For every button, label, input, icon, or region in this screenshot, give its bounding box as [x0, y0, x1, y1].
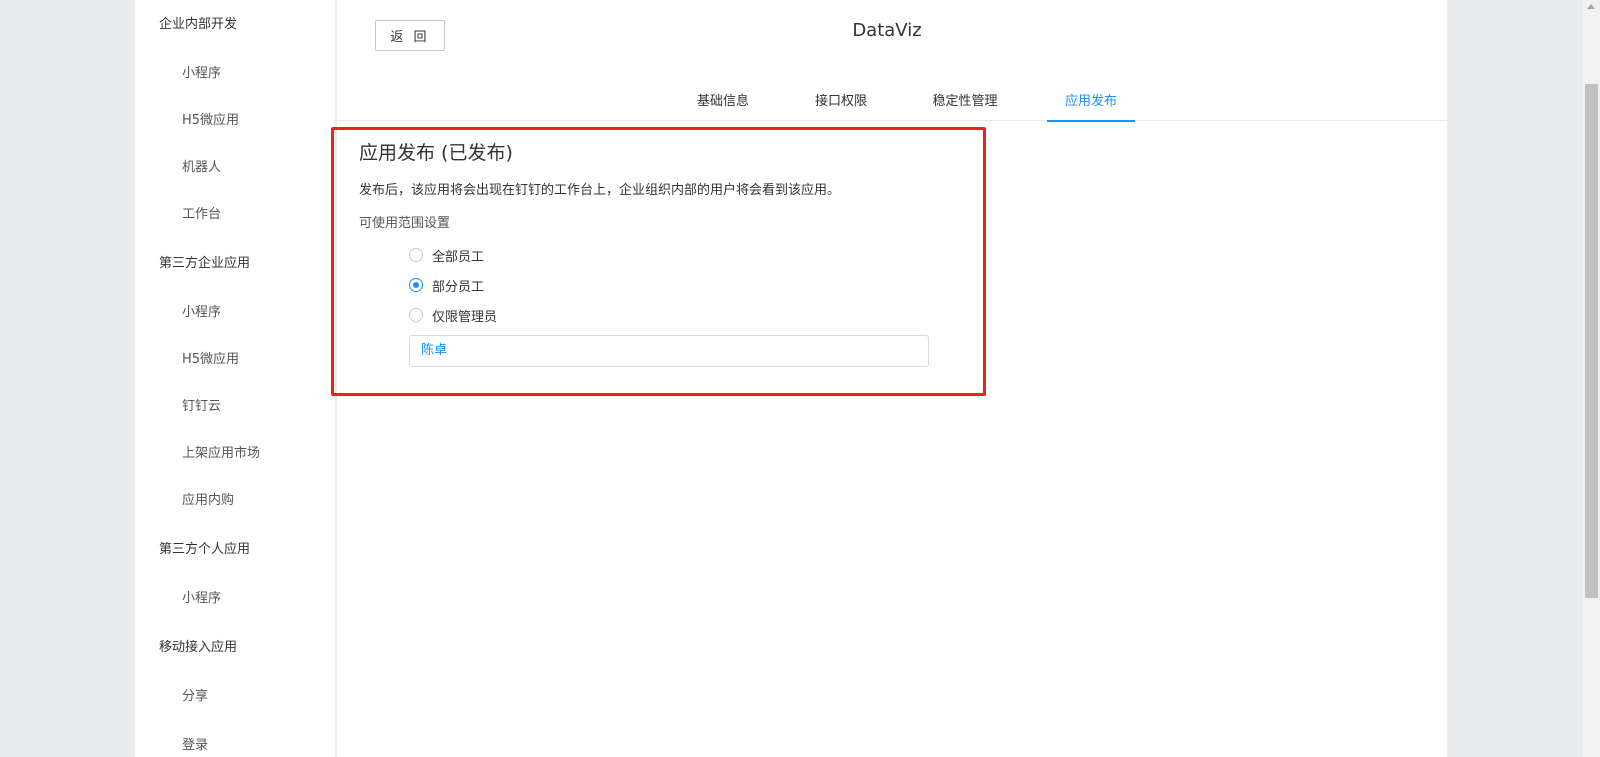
page: 企业内部开发 小程序 H5微应用 机器人 工作台 第三方企业应用 小程序 H5微… [0, 0, 1600, 757]
tab-stability[interactable]: 稳定性管理 [915, 90, 1015, 120]
sidebar-item-h5-app[interactable]: H5微应用 [182, 348, 239, 367]
sidebar-item-mini-program[interactable]: 小程序 [182, 587, 221, 606]
sidebar-item-share[interactable]: 分享 [182, 685, 208, 704]
tab-bar: 基础信息 接口权限 稳定性管理 应用发布 [337, 84, 1447, 122]
sidebar-group-title: 企业内部开发 [159, 17, 238, 32]
sidebar-item-mini-program[interactable]: 小程序 [182, 62, 221, 81]
highlight-box [331, 127, 986, 396]
sidebar-item-workbench[interactable]: 工作台 [182, 203, 221, 222]
sidebar-group-title: 第三方企业应用 [159, 256, 251, 271]
sidebar-item-h5-app[interactable]: H5微应用 [182, 109, 239, 128]
sidebar-item-login[interactable]: 登录 [182, 734, 208, 753]
tab-api-permissions[interactable]: 接口权限 [797, 90, 885, 120]
sidebar-item-robot[interactable]: 机器人 [182, 156, 221, 175]
tab-app-publish[interactable]: 应用发布 [1047, 90, 1135, 122]
sidebar-item-in-app-purchase[interactable]: 应用内购 [182, 489, 234, 508]
app-title: DataViz [852, 20, 922, 41]
sidebar: 企业内部开发 小程序 H5微应用 机器人 工作台 第三方企业应用 小程序 H5微… [135, 0, 335, 757]
sidebar-group-title: 移动接入应用 [159, 640, 238, 655]
sidebar-group-title: 第三方个人应用 [159, 542, 251, 557]
scroll-up-icon[interactable] [1587, 4, 1595, 9]
scrollbar-thumb[interactable] [1585, 84, 1598, 598]
sidebar-item-app-market[interactable]: 上架应用市场 [182, 442, 260, 461]
sidebar-item-dingtalk-cloud[interactable]: 钉钉云 [182, 395, 221, 414]
tab-basic-info[interactable]: 基础信息 [679, 90, 767, 120]
sidebar-item-mini-program[interactable]: 小程序 [182, 301, 221, 320]
back-button[interactable]: 返 回 [375, 20, 445, 51]
scrollbar[interactable] [1583, 0, 1600, 757]
